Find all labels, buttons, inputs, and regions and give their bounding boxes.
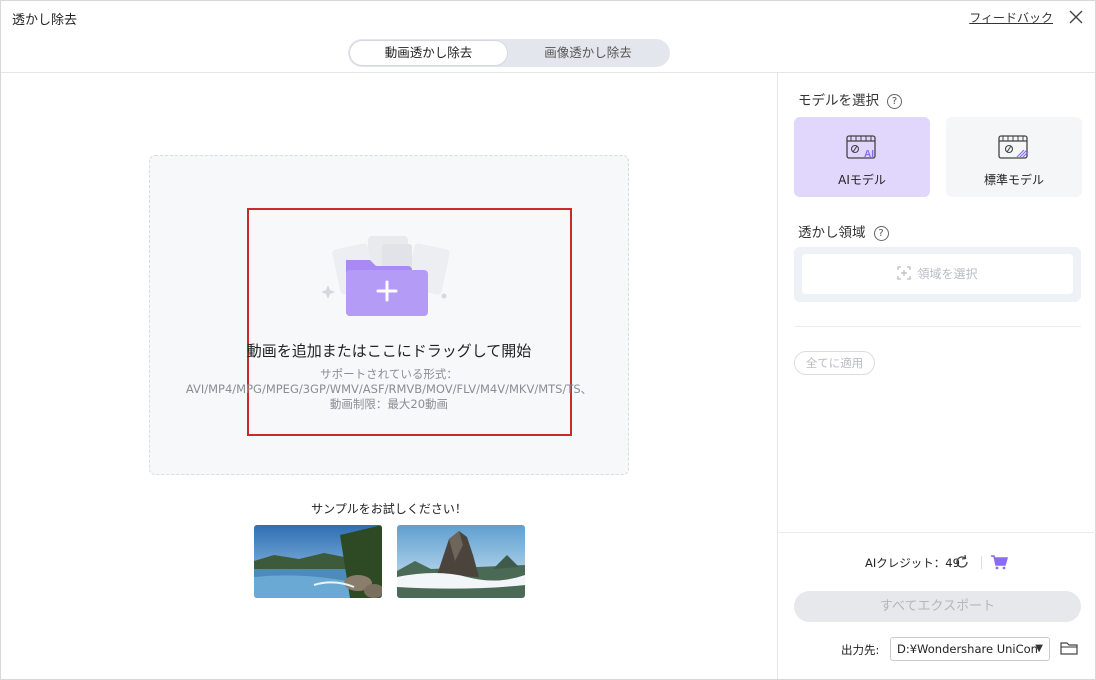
- formats-list: AVI/MP4/MPG/MPEG/3GP/WMV/ASF/RMVB/MOV/FL…: [185, 382, 593, 396]
- apply-all-button[interactable]: 全てに適用: [794, 351, 875, 375]
- output-path: D:¥Wondershare UniCon: [897, 642, 1038, 656]
- ai-credits-label: AIクレジット：: [865, 556, 946, 570]
- model-section-label: モデルを選択: [798, 93, 879, 109]
- region-section: 透かし領域?: [798, 221, 889, 241]
- video-limit: 動画制限：最大20動画: [329, 397, 449, 411]
- region-help-icon[interactable]: ?: [873, 226, 889, 241]
- formats-label: サポートされている形式：: [320, 367, 458, 381]
- main-pane: 動画を追加またはここにドラッグして開始 サポートされている形式： AVI/MP4…: [1, 73, 777, 679]
- output-location-dropdown[interactable]: D:¥Wondershare UniCon ▼: [890, 637, 1050, 661]
- ai-model-icon: AI: [846, 135, 876, 160]
- title-bar: 透かし除去 フィードバック 動画透かし除去 画像透かし除去: [1, 1, 1095, 73]
- video-drop-zone[interactable]: 動画を追加またはここにドラッグして開始 サポートされている形式： AVI/MP4…: [149, 155, 629, 475]
- select-region-icon: [897, 266, 912, 280]
- select-region-button[interactable]: 領域を選択: [802, 254, 1073, 294]
- svg-text:AI: AI: [864, 149, 874, 160]
- region-section-label: 透かし領域: [798, 225, 866, 241]
- open-folder-icon[interactable]: [1060, 640, 1078, 656]
- ai-model-label: AIモデル: [838, 173, 886, 187]
- window-title: 透かし除去: [12, 13, 78, 28]
- region-box: 領域を選択: [794, 247, 1081, 302]
- vertical-separator: [981, 556, 982, 569]
- close-icon: [1069, 10, 1083, 24]
- feedback-link[interactable]: フィードバック: [969, 9, 1053, 26]
- sample-thumbnail-river[interactable]: [254, 525, 382, 598]
- ai-model-option[interactable]: AI AIモデル: [794, 117, 930, 197]
- model-help-icon[interactable]: ?: [887, 94, 902, 109]
- refresh-icon[interactable]: [954, 554, 970, 570]
- mode-tabs: 動画透かし除去 画像透かし除去: [348, 39, 670, 67]
- chevron-down-icon: ▼: [1035, 643, 1043, 654]
- drop-zone-title: 動画を追加またはここにドラッグして開始: [246, 342, 532, 360]
- tab-video-watermark-removal[interactable]: 動画透かし除去: [349, 40, 508, 66]
- tab-image-watermark-removal[interactable]: 画像透かし除去: [508, 40, 668, 66]
- export-all-button[interactable]: すべてエクスポート: [794, 591, 1081, 622]
- sample-title: サンプルをお試しください！: [311, 502, 467, 516]
- standard-model-label: 標準モデル: [983, 173, 1044, 187]
- sample-thumbnail-mountain[interactable]: [397, 525, 525, 598]
- model-section: モデルを選択?: [798, 89, 902, 109]
- select-region-label: 領域を選択: [917, 267, 978, 281]
- section-divider: [794, 326, 1081, 327]
- ai-credits: AIクレジット：49: [865, 555, 960, 571]
- close-button[interactable]: [1065, 6, 1087, 28]
- river-sample-image: [254, 525, 382, 598]
- mountain-sample-image: [397, 525, 525, 598]
- standard-model-option[interactable]: 標準モデル: [946, 117, 1082, 197]
- output-location-label: 出力先:: [841, 643, 880, 657]
- cart-icon[interactable]: [990, 554, 1008, 570]
- supported-formats: サポートされている形式： AVI/MP4/MPG/MPEG/3GP/WMV/AS…: [150, 367, 628, 412]
- settings-panel: モデルを選択? AI AIモデル 標準モデル 透かし領域? 領域を選択 全てに適…: [777, 73, 1096, 679]
- add-folder-icon[interactable]: [322, 230, 458, 320]
- standard-model-icon: [998, 135, 1029, 159]
- bottom-divider: [778, 532, 1096, 533]
